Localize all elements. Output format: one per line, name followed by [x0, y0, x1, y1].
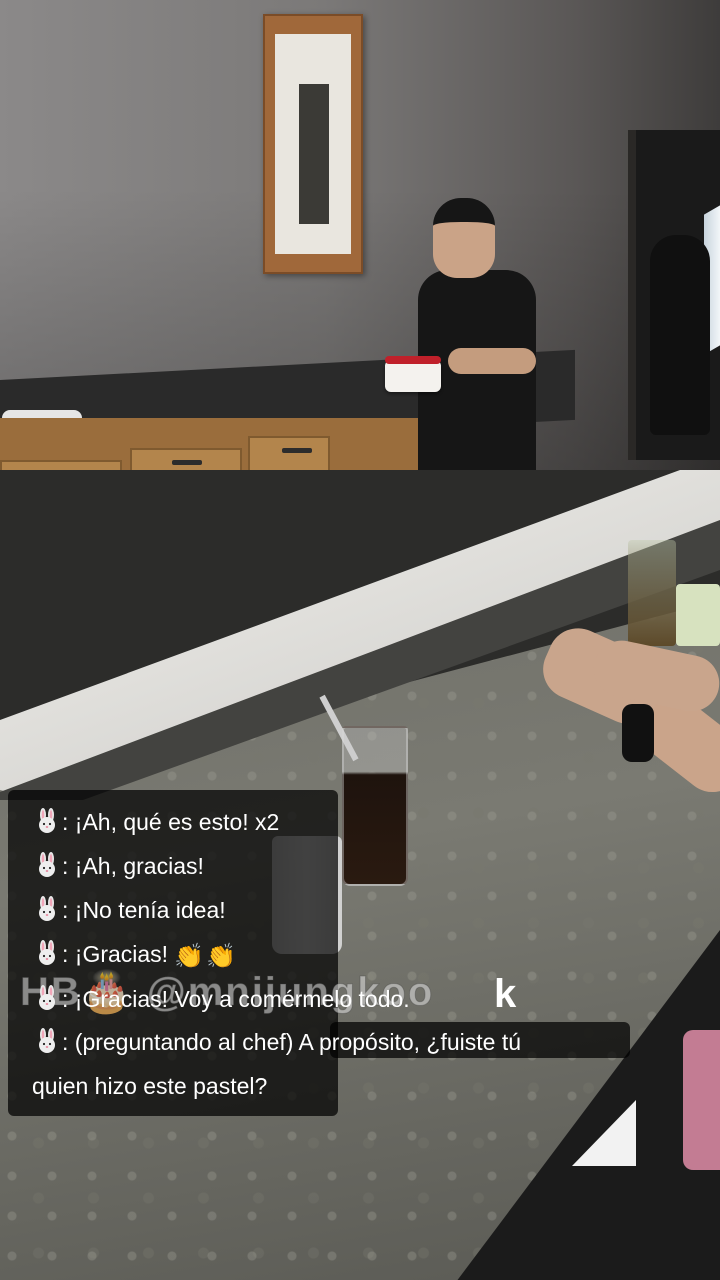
chef	[418, 198, 538, 488]
caption-line: : ¡No tenía idea!	[34, 896, 226, 924]
cola-glass	[342, 726, 408, 886]
caption-line: quien hizo este pastel?	[32, 1073, 268, 1099]
clapping-hands-icon: 👏	[174, 943, 204, 970]
bunny-icon	[39, 896, 55, 921]
bunny-icon	[39, 1028, 55, 1053]
clapping-hands-icon: 👏	[205, 943, 236, 970]
bunny-icon	[39, 985, 55, 1010]
bunny-icon	[39, 940, 55, 965]
bunny-icon	[39, 852, 55, 877]
caption-line: : (preguntando al chef) A propósito, ¿fu…	[34, 1028, 521, 1056]
caption-line: : ¡Ah, qué es esto! x2	[34, 808, 279, 836]
drink-glass	[628, 540, 676, 646]
watermark-suffix: k	[494, 972, 517, 1016]
birthday-cake	[385, 356, 441, 392]
bunny-icon	[39, 808, 55, 833]
background-person	[650, 235, 710, 435]
caption-line: : ¡Gracias! Voy a comérmelo todo.	[34, 985, 410, 1013]
caption-line: : ¡Gracias! 👏👏	[34, 940, 236, 971]
wristwatch	[622, 704, 654, 762]
video-frame: HB🎂 @mnijungkoo k : ¡Ah, qué es esto! x2…	[0, 0, 720, 1280]
caption-line: : ¡Ah, gracias!	[34, 852, 204, 880]
framed-artwork	[263, 14, 363, 274]
pink-chair	[683, 1030, 720, 1170]
